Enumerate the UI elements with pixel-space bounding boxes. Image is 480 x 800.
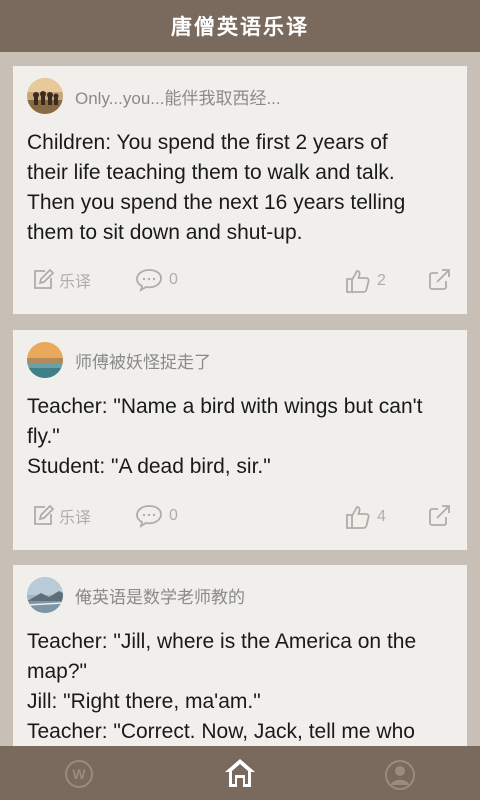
post-content[interactable]: Teacher: "Jill, where is the America on … — [27, 627, 457, 746]
post-card[interactable]: Only...you...能伴我取西经... Children: You spe… — [13, 66, 467, 314]
post-content[interactable]: Teacher: "Name a bird with wings but can… — [27, 392, 457, 482]
translate-button[interactable]: 乐译 — [31, 504, 91, 528]
svg-text:W: W — [72, 766, 86, 782]
post-line: Teacher: "Name a bird with wings but can… — [27, 395, 423, 418]
post-actions: 乐译 0 2 — [13, 268, 467, 298]
avatar[interactable] — [27, 577, 63, 613]
app-title: 唐僧英语乐译 — [171, 16, 309, 39]
translate-button[interactable]: 乐译 — [31, 268, 91, 292]
share-icon — [429, 269, 450, 290]
post-line: map?" — [27, 660, 87, 683]
share-button[interactable] — [427, 504, 451, 528]
thumbs-up-icon — [346, 270, 370, 293]
translate-label: 乐译 — [59, 274, 92, 291]
post-header[interactable]: 师傅被妖怪捉走了 — [27, 342, 211, 378]
post-header[interactable]: Only...you...能伴我取西经... — [27, 78, 281, 114]
post-username[interactable]: 俺英语是数学老师教的 — [75, 583, 245, 608]
post-line: Children: You spend the first 2 years of — [27, 131, 388, 154]
like-count: 2 — [377, 272, 386, 289]
comment-icon — [136, 269, 162, 292]
w-circle-icon: W — [65, 760, 93, 788]
bottom-tab-bar: W — [0, 746, 480, 800]
like-button[interactable]: 2 — [345, 268, 386, 294]
post-username[interactable]: Only...you...能伴我取西经... — [75, 84, 281, 109]
post-username[interactable]: 师傅被妖怪捉走了 — [75, 348, 211, 373]
edit-icon — [34, 268, 55, 289]
post-line: Teacher: "Correct. Now, Jack, tell me wh… — [27, 720, 415, 743]
like-button[interactable]: 4 — [345, 504, 386, 530]
like-count: 4 — [377, 508, 386, 525]
tab-w[interactable]: W — [64, 759, 94, 794]
post-line: them to sit down and shut-up. — [27, 221, 303, 244]
post-line: Student: "A dead bird, sir." — [27, 455, 271, 478]
comment-count: 0 — [169, 507, 178, 524]
post-header[interactable]: 俺英语是数学老师教的 — [27, 577, 245, 613]
translate-label: 乐译 — [59, 510, 92, 527]
share-icon — [429, 505, 450, 526]
post-feed[interactable]: Only...you...能伴我取西经... Children: You spe… — [0, 52, 480, 746]
post-line: their life teaching them to walk and tal… — [27, 161, 395, 184]
post-line: Teacher: "Jill, where is the America on … — [27, 630, 417, 653]
app-header: 唐僧英语乐译 — [0, 0, 480, 52]
post-card[interactable]: 俺英语是数学老师教的 Teacher: "Jill, where is the … — [13, 565, 467, 746]
post-actions: 乐译 0 4 — [13, 504, 467, 534]
thumbs-up-icon — [346, 506, 370, 529]
avatar[interactable] — [27, 78, 63, 114]
tab-home[interactable] — [223, 757, 257, 794]
home-icon — [225, 759, 255, 787]
share-button[interactable] — [427, 268, 451, 292]
edit-icon — [34, 504, 55, 525]
post-line: fly." — [27, 425, 60, 448]
tab-profile[interactable] — [384, 759, 416, 796]
post-card[interactable]: 师傅被妖怪捉走了 Teacher: "Name a bird with wing… — [13, 330, 467, 550]
post-line: Jill: "Right there, ma'am." — [27, 690, 261, 713]
comment-icon — [136, 505, 162, 528]
post-line: Then you spend the next 16 years telling — [27, 191, 406, 214]
avatar[interactable] — [27, 342, 63, 378]
comment-button[interactable]: 0 — [135, 268, 178, 292]
profile-icon — [385, 760, 415, 790]
post-content[interactable]: Children: You spend the first 2 years of… — [27, 128, 457, 248]
comment-count: 0 — [169, 271, 178, 288]
comment-button[interactable]: 0 — [135, 504, 178, 528]
